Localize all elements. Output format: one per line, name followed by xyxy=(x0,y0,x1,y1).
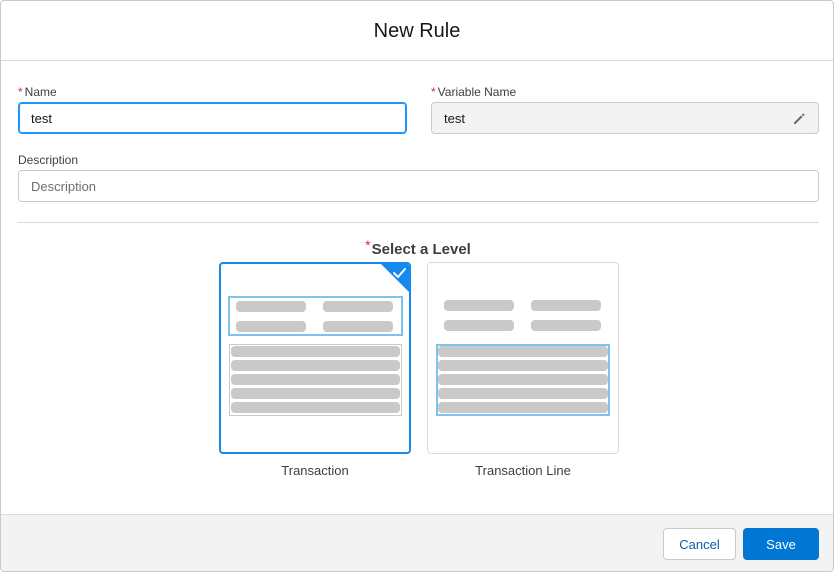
level-option-transaction-line[interactable] xyxy=(427,262,619,454)
preview-bar xyxy=(236,301,306,312)
pencil-icon[interactable] xyxy=(791,111,807,127)
required-mark: * xyxy=(431,85,436,99)
divider xyxy=(17,222,819,223)
preview-bar xyxy=(231,402,400,413)
variable-name-input[interactable]: test xyxy=(431,102,819,134)
modal-footer: Cancel Save xyxy=(1,514,833,571)
variable-name-label: * Variable Name xyxy=(431,85,516,99)
preview-bar xyxy=(438,402,608,413)
preview-bar xyxy=(438,374,608,385)
name-input[interactable]: test xyxy=(18,102,407,134)
preview-bar xyxy=(323,301,393,312)
preview-bar xyxy=(531,300,601,311)
description-input[interactable]: Description xyxy=(18,170,819,202)
select-level-title: *Select a Level xyxy=(1,237,833,258)
preview-bar xyxy=(323,321,393,332)
level-option-label: Transaction Line xyxy=(475,463,571,478)
required-mark: * xyxy=(18,85,23,99)
cancel-button[interactable]: Cancel xyxy=(663,528,736,560)
name-label-text: Name xyxy=(24,85,57,99)
preview-bar xyxy=(231,360,400,371)
preview-bar xyxy=(438,388,608,399)
description-placeholder: Description xyxy=(31,178,97,194)
preview-bar xyxy=(531,320,601,331)
description-label: Description xyxy=(18,153,79,167)
preview-bar xyxy=(231,388,400,399)
preview-bar xyxy=(438,346,608,357)
name-input-value: test xyxy=(31,110,52,126)
preview-bar xyxy=(231,374,400,385)
modal-title: New Rule xyxy=(373,20,461,42)
new-rule-modal: New Rule * Name test * Variable Name test … xyxy=(0,0,834,572)
preview-bar xyxy=(438,360,608,371)
preview-bar xyxy=(444,300,514,311)
variable-name-label-text: Variable Name xyxy=(437,85,517,99)
modal-header: New Rule xyxy=(1,1,833,61)
selected-checkmark-icon xyxy=(381,264,409,292)
level-option-transaction[interactable] xyxy=(219,262,411,454)
preview-bar xyxy=(231,346,400,357)
preview-bar xyxy=(236,321,306,332)
level-option-label: Transaction xyxy=(281,463,349,478)
variable-name-input-value: test xyxy=(444,110,465,126)
save-button[interactable]: Save xyxy=(743,528,819,560)
required-mark: * xyxy=(365,237,371,253)
name-label: * Name xyxy=(18,85,57,99)
preview-bar xyxy=(444,320,514,331)
select-level-title-text: Select a Level xyxy=(371,241,471,258)
